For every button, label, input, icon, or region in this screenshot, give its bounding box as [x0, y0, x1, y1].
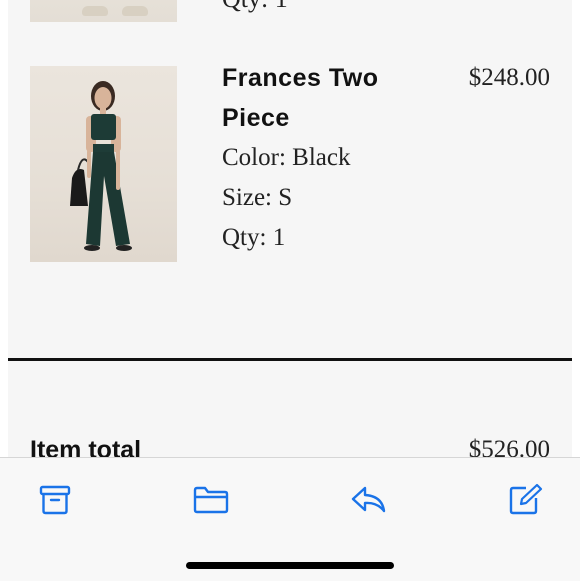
item-price: $248.00 — [468, 64, 550, 91]
previous-item-qty: Qty: 1 — [222, 0, 288, 14]
reply-icon — [351, 486, 386, 513]
home-indicator[interactable] — [186, 562, 394, 569]
move-to-folder-button[interactable] — [191, 480, 231, 520]
folder-icon — [193, 486, 229, 514]
model-illustration — [70, 81, 132, 251]
mail-toolbar — [0, 457, 580, 581]
section-divider — [8, 358, 572, 361]
item-size: Size: S — [222, 184, 293, 211]
archive-icon — [39, 485, 71, 515]
compose-button[interactable] — [505, 480, 545, 520]
item-color: Color: Black — [222, 144, 351, 171]
shoe-shape — [82, 6, 108, 16]
compose-icon — [509, 483, 543, 515]
item-name: Frances Two Piece — [222, 64, 379, 132]
reply-button[interactable] — [349, 480, 389, 520]
previous-item-image — [30, 0, 177, 22]
archive-button[interactable] — [35, 480, 75, 520]
product-image — [30, 66, 177, 262]
item-qty: Qty: 1 — [222, 224, 286, 251]
shoe-shape — [122, 6, 148, 16]
